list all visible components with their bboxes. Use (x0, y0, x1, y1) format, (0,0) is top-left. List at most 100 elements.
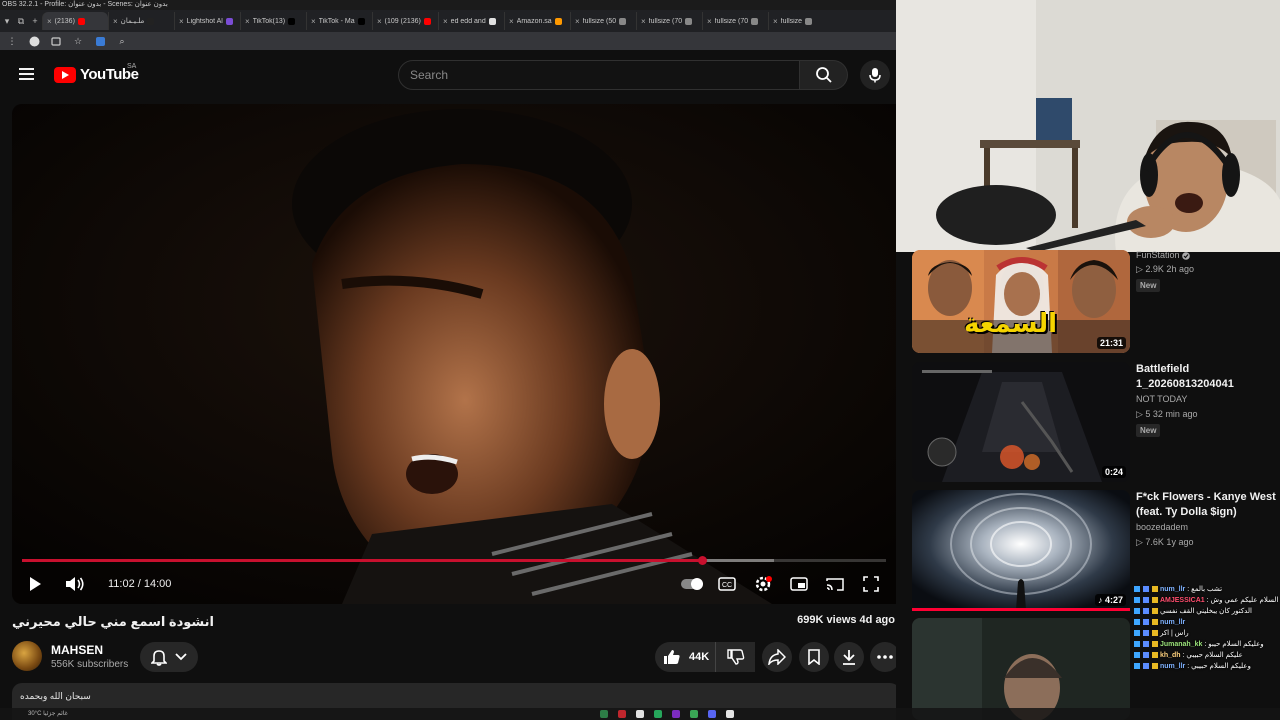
app-icon[interactable] (708, 710, 716, 718)
chat-message: kh_dh : عليكم السلام حبيبي (1134, 650, 1280, 661)
tab-overview-icon[interactable]: ⧉ (14, 16, 28, 27)
dislike-button[interactable] (715, 642, 755, 672)
recommendation-title[interactable]: Battlefield 1_20260813204041 (1136, 362, 1276, 392)
browser-tab[interactable]: × Amazon.sa (504, 12, 570, 30)
browser-tab[interactable]: × fullsize (768, 12, 834, 30)
tab-close-icon[interactable]: × (443, 17, 448, 26)
search-button[interactable] (800, 60, 848, 90)
chat-message: AMJESSICA1 : السلام عليكم عمي وش (1134, 595, 1280, 606)
app-icon[interactable] (636, 710, 644, 718)
miniplayer-button[interactable] (788, 574, 810, 594)
channel-avatar[interactable] (12, 641, 42, 671)
tab-close-icon[interactable]: × (311, 17, 316, 26)
chat-text: الدكتور كان يبخليني القف نفسي (1159, 608, 1252, 615)
tab-favicon-icon (619, 17, 627, 25)
browser-tab[interactable]: × (109 (2136) (372, 12, 438, 30)
hamburger-menu-icon[interactable] (19, 68, 35, 80)
menu-dots-icon[interactable]: ⋮ (6, 35, 18, 47)
chat-username: num_llr (1159, 619, 1186, 626)
browser-tab[interactable]: × TikTok(13) (240, 12, 306, 30)
tab-close-icon[interactable]: × (509, 17, 514, 26)
like-count: 44K (689, 651, 710, 663)
recommendation-channel[interactable]: FunStation (1136, 250, 1190, 260)
svg-text:CC: CC (722, 582, 732, 589)
browser-tab[interactable]: × (2136) (42, 12, 108, 30)
tab-search-icon[interactable]: ▾ (0, 16, 14, 27)
weather-widget[interactable]: 30°C غائم جزئيا (28, 710, 68, 717)
browser-tab[interactable]: × Lightshot Al (174, 12, 240, 30)
browser-tab[interactable]: × TikTok - Ma (306, 12, 372, 30)
tab-close-icon[interactable]: × (179, 17, 184, 26)
recommendation-channel[interactable]: NOT TODAY (1136, 394, 1187, 404)
notification-bell-button[interactable] (140, 642, 198, 672)
fullscreen-button[interactable] (860, 574, 882, 594)
tab-close-icon[interactable]: × (707, 17, 712, 26)
recommendation-thumbnail[interactable]: السمعة 21:31 (912, 250, 1130, 353)
more-horizontal-icon (877, 655, 893, 659)
search-icon (815, 67, 832, 83)
app-icon[interactable] (654, 710, 662, 718)
chat-text: راس | اكر (1159, 630, 1189, 637)
browser-tab[interactable]: × fullsize (70 (636, 12, 702, 30)
subscriber-count: 556K subscribers (51, 659, 129, 670)
browser-tab[interactable]: × fullsize (70 (702, 12, 768, 30)
share-button[interactable] (762, 642, 792, 672)
chat-badges-icon (1134, 586, 1158, 593)
captions-button[interactable]: CC (716, 574, 738, 594)
microphone-icon (869, 68, 881, 83)
bookmark-star-icon[interactable]: ☆ (72, 35, 84, 47)
recommendation-title[interactable]: F*ck Flowers - Kanye West (feat. Ty Doll… (1136, 490, 1276, 520)
app-icon[interactable] (672, 710, 680, 718)
recommendation-thumbnail[interactable]: ♪ 4:27 (912, 490, 1130, 610)
browser-tab-bar: ▾ ⧉ + × (2136) × ملـيـمان × Lightshot Al × TikT… (0, 10, 896, 32)
cast-button[interactable] (824, 574, 846, 594)
download-button[interactable] (834, 642, 864, 672)
new-tab-button[interactable]: + (28, 16, 42, 26)
save-button[interactable] (799, 642, 829, 672)
chat-message: راس | اكر (1134, 628, 1280, 639)
player-controls: 11:02 / 14:00 CC (12, 570, 896, 598)
voice-search-button[interactable] (860, 60, 890, 90)
progress-scrubber-handle[interactable] (697, 556, 707, 565)
extension-blue-icon[interactable] (94, 35, 106, 47)
profile-icon[interactable] (28, 35, 40, 47)
video-player[interactable]: 11:02 / 14:00 CC (12, 104, 896, 604)
browser-tab[interactable]: × ملـيـمان (108, 12, 174, 30)
download-icon (843, 650, 855, 665)
tab-close-icon[interactable]: × (47, 17, 52, 26)
tab-close-icon[interactable]: × (377, 17, 382, 26)
tab-close-icon[interactable]: × (113, 17, 118, 26)
autoplay-toggle[interactable] (679, 574, 705, 594)
search-input[interactable]: Search (398, 60, 800, 90)
tab-close-icon[interactable]: × (245, 17, 250, 26)
tab-close-icon[interactable]: × (773, 17, 778, 26)
video-duration: 21:31 (1096, 337, 1126, 349)
youtube-logo[interactable]: YouTube (54, 66, 139, 83)
chat-text: : تشب بالمع (1187, 586, 1223, 593)
volume-button[interactable] (64, 574, 86, 594)
tab-favicon-icon (685, 17, 693, 25)
app-icon[interactable] (726, 710, 734, 718)
zoom-icon[interactable]: ⌕ (116, 35, 128, 47)
browser-tab[interactable]: × fullsize (50 (570, 12, 636, 30)
tab-close-icon[interactable]: × (575, 17, 580, 26)
new-badge: New (1136, 279, 1161, 292)
recommendation-thumbnail[interactable]: 0:24 (912, 362, 1130, 482)
tab-label: (109 (2136) (384, 17, 421, 25)
tab-close-icon[interactable]: × (641, 17, 646, 26)
settings-button[interactable] (752, 574, 774, 594)
browser-tab[interactable]: × ed edd and (438, 12, 504, 30)
chat-message: num_llr (1134, 617, 1280, 628)
app-icon[interactable] (618, 710, 626, 718)
play-button[interactable] (24, 574, 46, 594)
extensions-icon[interactable] (50, 35, 62, 47)
recommendation-channel-name[interactable]: FunStation (1136, 250, 1180, 260)
channel-name[interactable]: MAHSEN (51, 643, 103, 657)
chat-username: AMJESSICA1 (1159, 597, 1205, 604)
app-icon[interactable] (600, 710, 608, 718)
recommendation-thumbnail[interactable] (912, 618, 1130, 720)
progress-bar[interactable] (22, 556, 886, 565)
recommendation-meta: ▷ 2.9K 2h ago (1136, 264, 1194, 274)
recommendation-channel[interactable]: boozedadem (1136, 522, 1188, 532)
app-icon[interactable] (690, 710, 698, 718)
